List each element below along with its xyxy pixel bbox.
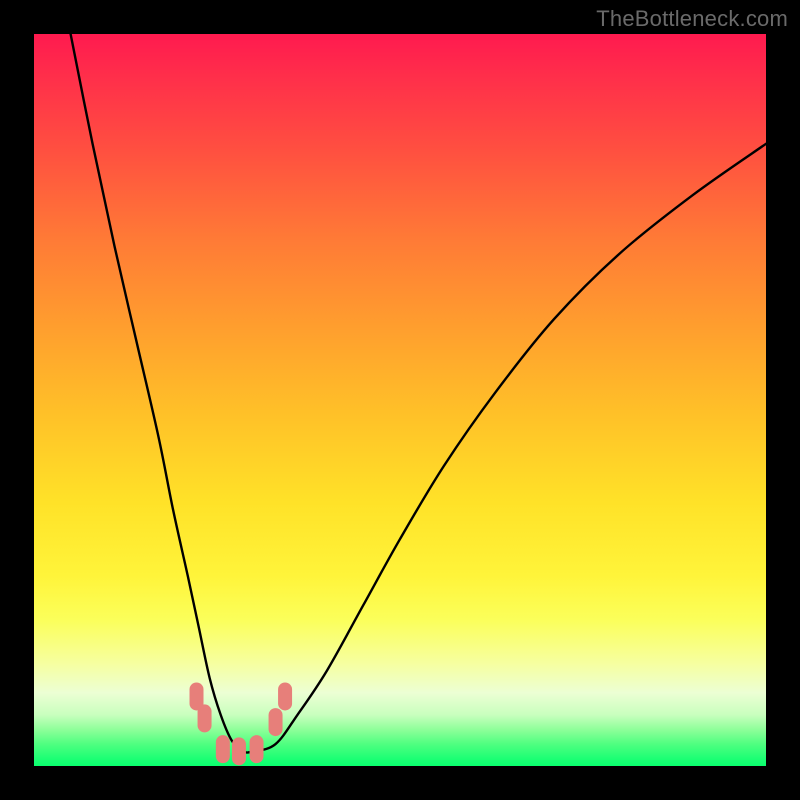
curve-layer bbox=[34, 34, 766, 766]
marker-left-lower bbox=[198, 704, 212, 732]
marker-right-lower bbox=[269, 708, 283, 736]
marker-bottom-3 bbox=[250, 735, 264, 763]
marker-bottom-1 bbox=[216, 735, 230, 763]
marker-right-upper bbox=[278, 682, 292, 710]
watermark-text: TheBottleneck.com bbox=[596, 6, 788, 32]
plot-area bbox=[34, 34, 766, 766]
marker-bottom-2 bbox=[232, 737, 246, 765]
bottleneck-curve bbox=[71, 34, 766, 753]
chart-frame: TheBottleneck.com bbox=[0, 0, 800, 800]
